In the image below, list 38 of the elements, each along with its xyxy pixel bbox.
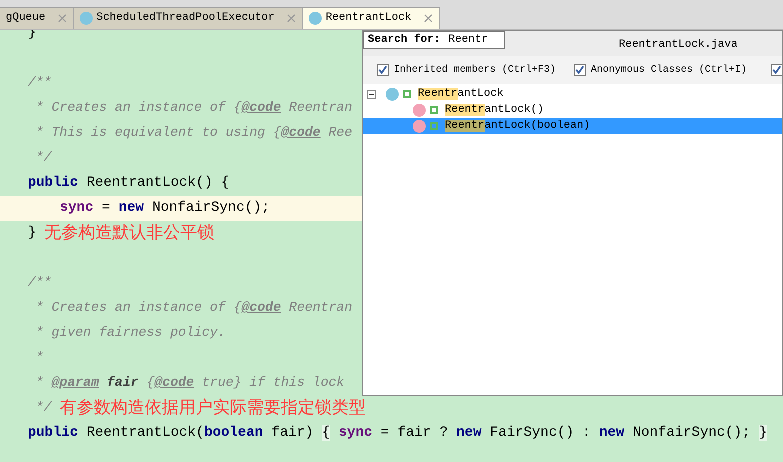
method-icon xyxy=(413,104,426,116)
checkbox-label: Inherited members (Ctrl+F3) xyxy=(394,64,556,78)
code-line: * given fairness policy. xyxy=(34,324,226,342)
checkbox-label: Anonymous Classes (Ctrl+I) xyxy=(591,64,748,78)
file-name: ReentrantLock.java xyxy=(619,38,738,53)
code-line: sync = new NonfairSync(); xyxy=(60,199,270,218)
search-field[interactable]: Search for: Reentr xyxy=(363,31,505,49)
editor-tab[interactable]: ScheduledThreadPoolExecutor xyxy=(74,8,303,29)
checkbox[interactable] xyxy=(771,64,782,76)
code-line: * This is equivalent to using {@code Ree xyxy=(34,124,352,142)
class-icon xyxy=(386,88,399,100)
unlocked-icon xyxy=(403,90,411,98)
annotation-text: 有参数构造依据用户实际需要指定锁类型 xyxy=(60,396,366,420)
collapse-icon[interactable] xyxy=(367,90,376,98)
checkbox[interactable] xyxy=(574,64,586,76)
code-line: /** xyxy=(28,74,52,92)
tree-item[interactable]: ReentrantLock xyxy=(363,86,782,102)
method-icon xyxy=(413,120,426,132)
code-line: public ReentrantLock(boolean fair) { sync = fair ? new FairSync() : new NonfairSync(); } xyxy=(28,424,768,443)
tree-item-label: ReentrantLock(boolean) xyxy=(445,118,590,134)
code-line: /** xyxy=(28,274,52,292)
tree-item-label: ReentrantLock() xyxy=(445,102,544,118)
annotation-text: 无参构造默认非公平锁 xyxy=(44,222,214,245)
code-line: */ xyxy=(34,149,52,167)
code-line: } xyxy=(28,224,36,243)
checkbox[interactable] xyxy=(377,64,389,76)
tree-item[interactable]: ReentrantLock() xyxy=(363,102,782,118)
code-line: * Creates an instance of {@code Reentran xyxy=(34,299,352,317)
code-line: * @param fair {@code true} if this lock xyxy=(34,374,345,392)
code-line: * Creates an instance of {@code Reentran xyxy=(34,99,352,117)
code-line: * xyxy=(34,349,44,367)
close-icon[interactable] xyxy=(424,14,433,23)
code-line: public ReentrantLock() { xyxy=(28,174,230,193)
code-line: */ xyxy=(34,399,52,417)
editor-tab[interactable]: gQueue xyxy=(0,8,74,29)
tree-item[interactable]: ReentrantLock(boolean) xyxy=(363,118,782,134)
editor-tab[interactable]: ReentrantLock xyxy=(302,8,440,29)
tree-item-label: ReentrantLock xyxy=(418,86,504,102)
